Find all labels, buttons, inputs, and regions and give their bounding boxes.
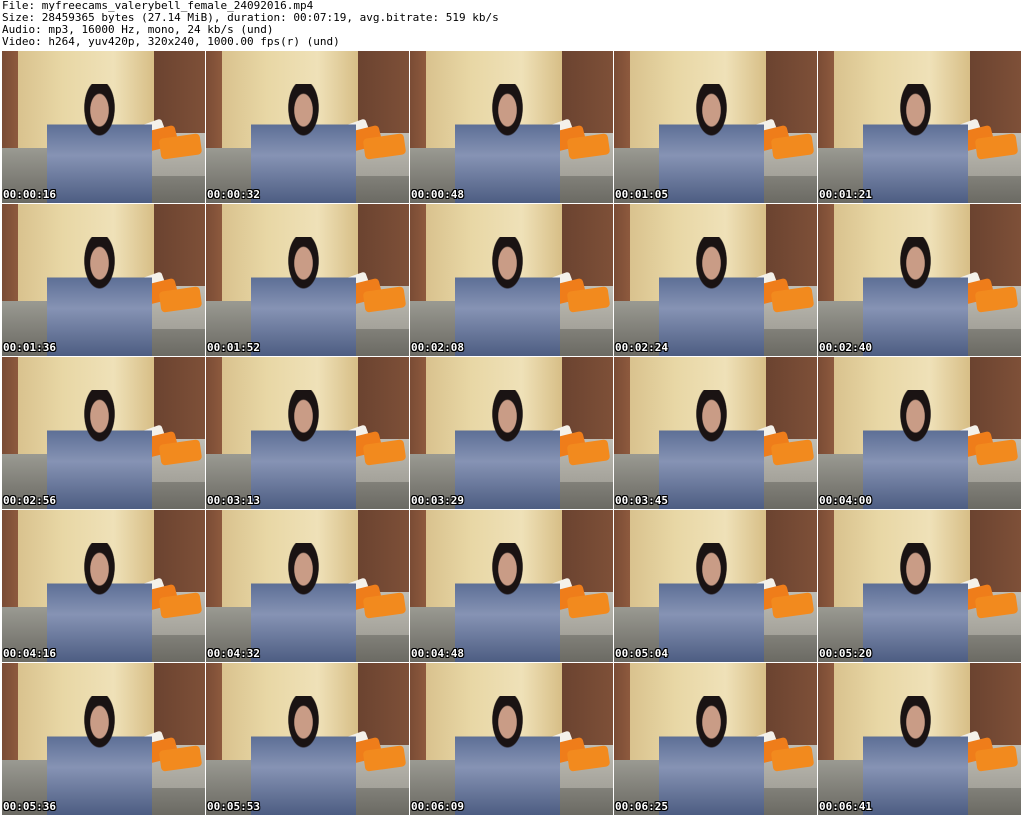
thumbnail: 00:02:40 <box>818 204 1021 356</box>
thumbnail: 00:02:56 <box>2 357 205 509</box>
thumbnail: 00:00:32 <box>206 51 409 203</box>
video-frame-image <box>250 390 357 509</box>
timestamp-label: 00:04:48 <box>411 647 464 660</box>
video-frame-image <box>46 390 153 509</box>
thumbnail: 00:04:32 <box>206 510 409 662</box>
timestamp-label: 00:05:20 <box>819 647 872 660</box>
video-frame-image <box>862 237 969 356</box>
thumbnail: 00:05:04 <box>614 510 817 662</box>
video-frame-image <box>658 696 765 815</box>
thumbnail: 00:03:13 <box>206 357 409 509</box>
video-frame-image <box>658 84 765 203</box>
timestamp-label: 00:06:09 <box>411 800 464 813</box>
thumbnail: 00:02:08 <box>410 204 613 356</box>
video-frame-image <box>46 696 153 815</box>
timestamp-label: 00:02:08 <box>411 341 464 354</box>
video-frame-image <box>46 237 153 356</box>
thumbnail: 00:03:29 <box>410 357 613 509</box>
video-frame-image <box>862 696 969 815</box>
thumbnail: 00:01:52 <box>206 204 409 356</box>
thumbnail: 00:03:45 <box>614 357 817 509</box>
thumbnail: 00:06:41 <box>818 663 1021 815</box>
video-frame-image <box>454 237 561 356</box>
thumbnail: 00:02:24 <box>614 204 817 356</box>
video-frame-image <box>250 696 357 815</box>
timestamp-label: 00:02:24 <box>615 341 668 354</box>
thumbnail: 00:01:21 <box>818 51 1021 203</box>
video-frame-image <box>658 237 765 356</box>
timestamp-label: 00:06:25 <box>615 800 668 813</box>
video-frame-image <box>46 84 153 203</box>
thumbnail: 00:05:20 <box>818 510 1021 662</box>
timestamp-label: 00:00:32 <box>207 188 260 201</box>
thumbnail: 00:06:25 <box>614 663 817 815</box>
timestamp-label: 00:06:41 <box>819 800 872 813</box>
timestamp-label: 00:05:53 <box>207 800 260 813</box>
thumbnail: 00:05:53 <box>206 663 409 815</box>
thumbnail: 00:00:16 <box>2 51 205 203</box>
timestamp-label: 00:04:32 <box>207 647 260 660</box>
timestamp-label: 00:01:21 <box>819 188 872 201</box>
video-frame-image <box>862 543 969 662</box>
thumbnail: 00:01:05 <box>614 51 817 203</box>
video-frame-image <box>454 390 561 509</box>
timestamp-label: 00:00:16 <box>3 188 56 201</box>
thumbnail: 00:04:00 <box>818 357 1021 509</box>
file-info-header: File: myfreecams_valerybell_female_24092… <box>2 0 1022 48</box>
video-frame-image <box>658 390 765 509</box>
timestamp-label: 00:01:36 <box>3 341 56 354</box>
video-frame-image <box>250 84 357 203</box>
thumbnail-grid: 00:00:16 00:00:32 00:00:48 00:01:05 00:0… <box>2 51 1022 815</box>
thumbnail: 00:01:36 <box>2 204 205 356</box>
timestamp-label: 00:03:13 <box>207 494 260 507</box>
timestamp-label: 00:04:16 <box>3 647 56 660</box>
thumbnail: 00:00:48 <box>410 51 613 203</box>
timestamp-label: 00:03:29 <box>411 494 464 507</box>
video-frame-image <box>454 543 561 662</box>
timestamp-label: 00:01:05 <box>615 188 668 201</box>
video-frame-image <box>250 237 357 356</box>
timestamp-label: 00:05:04 <box>615 647 668 660</box>
thumbnail: 00:04:16 <box>2 510 205 662</box>
thumbnail: 00:06:09 <box>410 663 613 815</box>
video-frame-image <box>46 543 153 662</box>
video-info-line: Video: h264, yuv420p, 320x240, 1000.00 f… <box>2 35 340 48</box>
thumbnail: 00:05:36 <box>2 663 205 815</box>
timestamp-label: 00:01:52 <box>207 341 260 354</box>
timestamp-label: 00:03:45 <box>615 494 668 507</box>
timestamp-label: 00:04:00 <box>819 494 872 507</box>
video-frame-image <box>658 543 765 662</box>
video-frame-image <box>862 84 969 203</box>
video-frame-image <box>454 696 561 815</box>
timestamp-label: 00:00:48 <box>411 188 464 201</box>
timestamp-label: 00:02:56 <box>3 494 56 507</box>
video-frame-image <box>862 390 969 509</box>
video-frame-image <box>250 543 357 662</box>
timestamp-label: 00:05:36 <box>3 800 56 813</box>
video-frame-image <box>454 84 561 203</box>
timestamp-label: 00:02:40 <box>819 341 872 354</box>
thumbnail: 00:04:48 <box>410 510 613 662</box>
